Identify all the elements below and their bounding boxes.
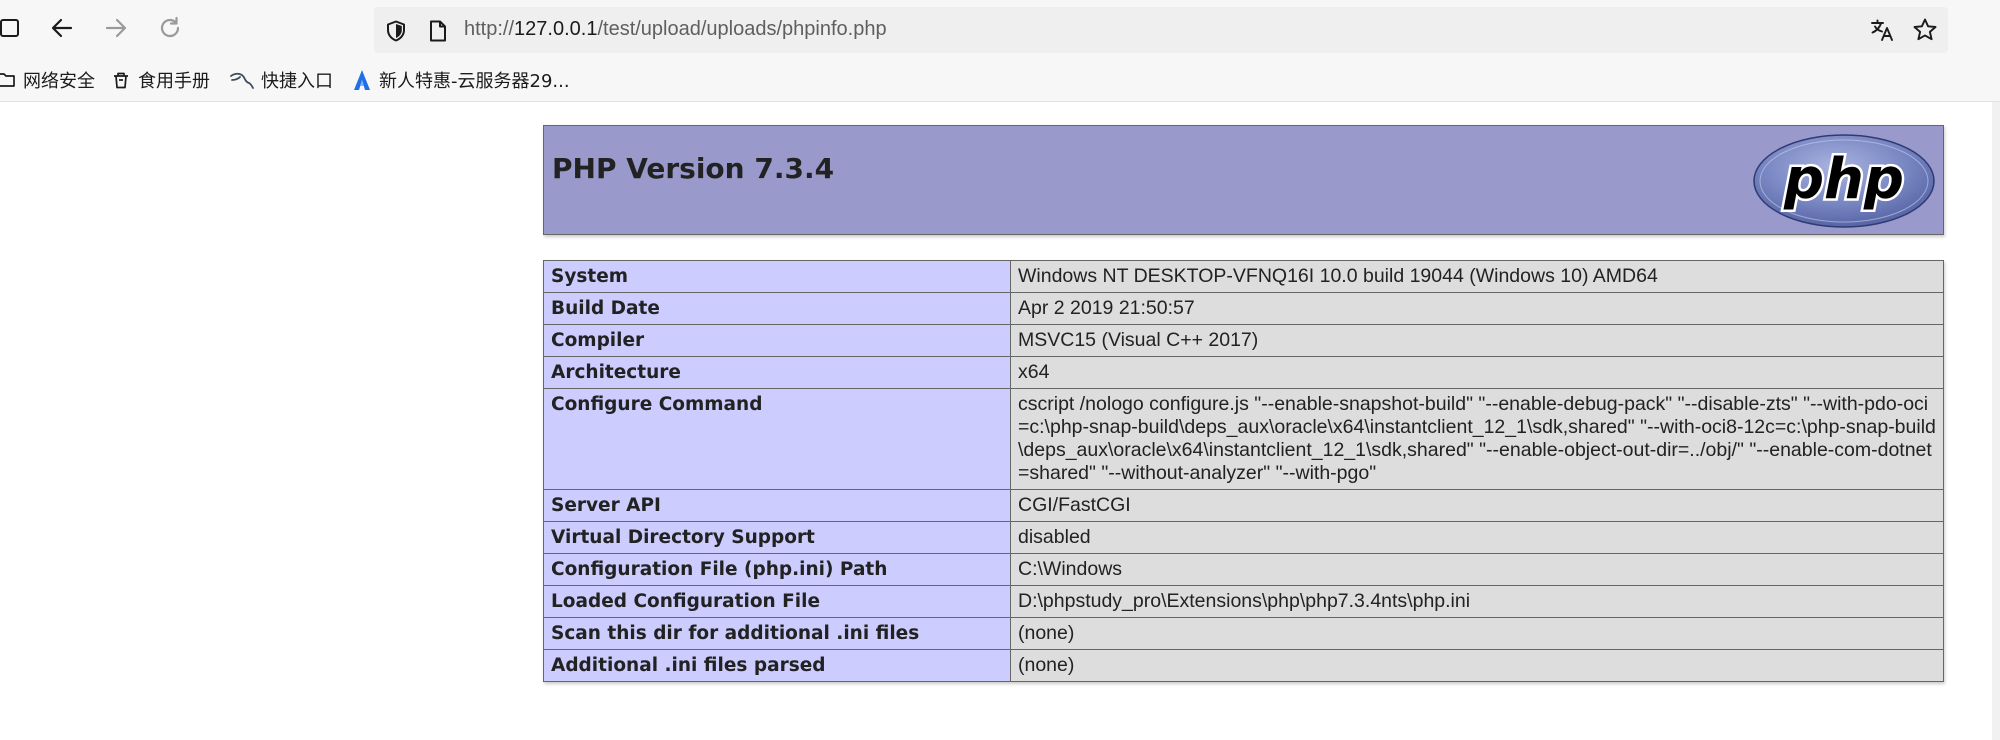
row-key: Build Date xyxy=(543,292,1011,325)
row-value: (none) xyxy=(1010,617,1944,650)
reload-icon xyxy=(160,16,180,38)
table-row: Additional .ini files parsed (none) xyxy=(543,649,1944,682)
url-text[interactable]: http://127.0.0.1/test/upload/uploads/php… xyxy=(464,18,887,41)
row-key: Scan this dir for additional .ini files xyxy=(543,617,1011,650)
row-key: Virtual Directory Support xyxy=(543,521,1011,554)
table-row: Architecture x64 xyxy=(543,356,1944,389)
table-row: Configure Command cscript /nologo configu… xyxy=(543,388,1944,490)
browser-chrome: http://127.0.0.1/test/upload/uploads/php… xyxy=(0,0,2000,102)
sidebar-toggle-button[interactable] xyxy=(0,12,26,44)
row-key: Configure Command xyxy=(543,388,1011,490)
row-value: Windows NT DESKTOP-VFNQ16I 10.0 build 19… xyxy=(1010,260,1944,293)
url-host: 127.0.0.1 xyxy=(514,18,598,40)
row-value: disabled xyxy=(1010,521,1944,554)
forward-button[interactable] xyxy=(100,12,132,44)
row-key: Architecture xyxy=(543,356,1011,389)
bookmark-cloud-server-deal[interactable]: 新人特惠-云服务器29... xyxy=(352,66,570,94)
table-row: Compiler MSVC15 (Visual C++ 2017) xyxy=(543,324,1944,357)
row-value: C:\Windows xyxy=(1010,553,1944,586)
row-key: Configuration File (php.ini) Path xyxy=(543,553,1011,586)
page-info-icon[interactable] xyxy=(426,19,450,43)
row-value: D:\phpstudy_pro\Extensions\php\php7.3.4n… xyxy=(1010,585,1944,618)
folder-icon xyxy=(0,73,15,87)
row-key: System xyxy=(543,260,1011,293)
url-prefix: http:// xyxy=(464,18,515,40)
php-info-table: System Windows NT DESKTOP-VFNQ16I 10.0 bu… xyxy=(543,260,1944,682)
bookmark-label: 食用手册 xyxy=(138,71,210,92)
bookmark-quick-access[interactable]: 快捷入口 xyxy=(230,66,333,94)
navigation-toolbar: http://127.0.0.1/test/upload/uploads/php… xyxy=(0,0,2000,58)
vertical-scrollbar[interactable] xyxy=(1992,102,2000,740)
php-info-table-body: System Windows NT DESKTOP-VFNQ16I 10.0 bu… xyxy=(543,260,1944,682)
row-key: Compiler xyxy=(543,324,1011,357)
translate-icon[interactable] xyxy=(1869,17,1895,43)
arrow-right-icon xyxy=(105,18,127,38)
star-icon[interactable] xyxy=(1912,17,1938,43)
row-value: (none) xyxy=(1010,649,1944,682)
row-value: CGI/FastCGI xyxy=(1010,489,1944,522)
back-button[interactable] xyxy=(46,12,78,44)
page-title: PHP Version 7.3.4 xyxy=(552,152,835,185)
row-key: Loaded Configuration File xyxy=(543,585,1011,618)
table-row: System Windows NT DESKTOP-VFNQ16I 10.0 bu… xyxy=(543,260,1944,293)
cloud-service-icon xyxy=(354,70,370,90)
bookmarks-bar: 网络安全 食用手册 快捷入口 新人特惠-云服务器29... xyxy=(0,62,2000,98)
php-logo-text: php xyxy=(1783,147,1904,212)
bookmark-label: 网络安全 xyxy=(23,71,95,92)
bookmark-user-manual[interactable]: 食用手册 xyxy=(111,66,210,94)
row-value: MSVC15 (Visual C++ 2017) xyxy=(1010,324,1944,357)
table-row: Scan this dir for additional .ini files(… xyxy=(543,617,1944,650)
php-logo[interactable]: php php xyxy=(1752,133,1936,229)
bookmark-network-security[interactable]: 网络安全 xyxy=(0,66,95,94)
sidebar-icon xyxy=(0,19,19,37)
row-value: Apr 2 2019 21:50:57 xyxy=(1010,292,1944,325)
reload-button[interactable] xyxy=(154,12,186,44)
row-value: cscript /nologo configure.js "--enable-s… xyxy=(1010,388,1944,490)
row-key: Server API xyxy=(543,489,1011,522)
kali-dragon-icon xyxy=(230,72,254,89)
table-row: Configuration File (php.ini) Path C:\Wind… xyxy=(543,553,1944,586)
url-path: /test/upload/uploads/phpinfo.php xyxy=(597,18,887,40)
php-version-header: PHP Version 7.3.4 php php xyxy=(543,125,1944,235)
table-row: Virtual Directory Support disabled xyxy=(543,521,1944,554)
table-row: Loaded Configuration File D:\phpstudy_pro… xyxy=(543,585,1944,618)
address-bar[interactable]: http://127.0.0.1/test/upload/uploads/php… xyxy=(374,7,1948,53)
row-key: Additional .ini files parsed xyxy=(543,649,1011,682)
table-row: Server API CGI/FastCGI xyxy=(543,489,1944,522)
bookmark-label: 新人特惠-云服务器29... xyxy=(379,71,570,92)
arrow-left-icon xyxy=(51,18,73,38)
bookmark-label: 快捷入口 xyxy=(261,71,333,92)
table-row: Build Date Apr 2 2019 21:50:57 xyxy=(543,292,1944,325)
trash-icon xyxy=(114,72,128,89)
row-value: x64 xyxy=(1010,356,1944,389)
toolbar-divider xyxy=(0,101,2000,102)
shield-icon[interactable] xyxy=(384,19,408,43)
